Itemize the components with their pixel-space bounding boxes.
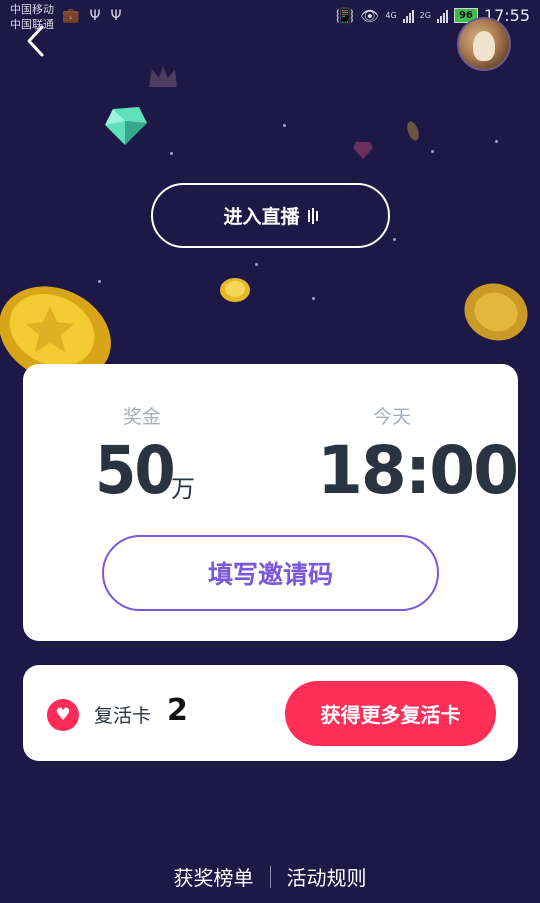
revive-card: ♥ 复活卡 2 获得更多复活卡 xyxy=(23,665,518,761)
signal-icon xyxy=(402,9,414,23)
carrier-1: 中国移动 xyxy=(10,3,54,16)
revive-card-count: 2 xyxy=(167,693,188,728)
star-decoration xyxy=(393,238,396,241)
coin-small-icon xyxy=(407,121,419,141)
eye-icon: 👁 xyxy=(360,6,380,25)
prize-card: 奖金 今天 50 万 18:00 填写邀请码 xyxy=(23,364,519,641)
vibrate-icon: 📳 xyxy=(335,6,355,25)
network-label-2: 2G xyxy=(419,11,431,20)
usb-icon-2: Ψ xyxy=(110,8,122,24)
enter-live-label: 进入直播 xyxy=(223,206,300,228)
coin-icon xyxy=(220,278,250,302)
invite-code-button[interactable]: 填写邀请码 xyxy=(102,535,439,611)
time-label: 今天 xyxy=(373,406,412,428)
network-label-1: 4G xyxy=(385,11,397,20)
notification-icons: 💼 Ψ Ψ xyxy=(62,8,122,24)
equalizer-icon xyxy=(307,207,318,224)
star-decoration xyxy=(283,124,286,127)
avatar[interactable] xyxy=(457,17,511,71)
briefcase-icon: 💼 xyxy=(62,8,80,24)
leaderboard-link[interactable]: 获奖榜单 xyxy=(174,862,254,891)
gem-icon xyxy=(105,107,147,145)
star-decoration xyxy=(170,152,173,155)
crown-icon xyxy=(149,66,177,87)
enter-live-button[interactable]: 进入直播 xyxy=(151,183,390,248)
footer-divider xyxy=(269,865,271,888)
revive-card-label: 复活卡 xyxy=(94,705,152,727)
heart-icon: ♥ xyxy=(47,699,79,731)
star-decoration xyxy=(495,140,498,143)
avatar-image xyxy=(473,31,495,61)
rules-link[interactable]: 活动规则 xyxy=(287,862,367,891)
footer-links: 获奖榜单 活动规则 xyxy=(0,862,540,891)
star-decoration xyxy=(312,297,315,300)
status-bar: 中国移动 中国联通 💼 Ψ Ψ 📳 👁 4G 2G 96 17:55 xyxy=(0,0,540,36)
star-decoration xyxy=(431,150,434,153)
get-more-revive-button[interactable]: 获得更多复活卡 xyxy=(285,681,496,746)
prize-label: 奖金 xyxy=(123,406,162,428)
star-decoration xyxy=(255,263,258,266)
big-coin-right-icon xyxy=(464,283,528,341)
chevron-left-icon xyxy=(27,25,44,57)
usb-icon: Ψ xyxy=(89,8,101,24)
signal-icon-2 xyxy=(436,9,448,23)
star-decoration xyxy=(98,280,101,283)
prize-unit: 万 xyxy=(171,475,195,503)
prize-value: 50 xyxy=(95,432,176,509)
back-button[interactable] xyxy=(24,24,48,58)
small-gem-icon xyxy=(353,142,373,159)
start-time: 18:00 xyxy=(317,432,519,509)
